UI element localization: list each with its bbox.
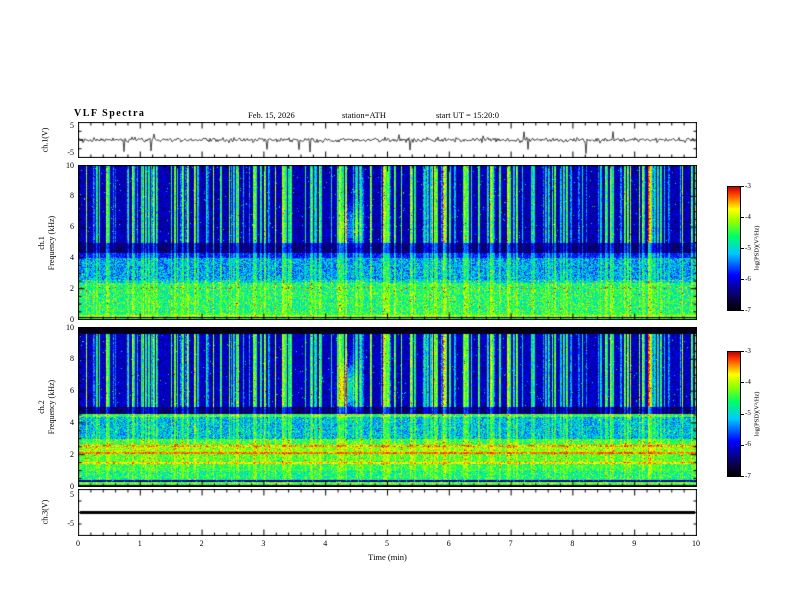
tick-label: 5	[70, 490, 74, 499]
tick-label: -5	[67, 148, 74, 157]
colorbar-tick	[741, 476, 744, 477]
tick-label: 4	[323, 539, 328, 548]
ch1-channel-label: ch.1	[37, 236, 46, 250]
tick-label: 1	[137, 539, 142, 548]
colorbar-tick	[741, 186, 744, 187]
tick-label: -6	[745, 274, 751, 283]
tick-label: -5	[745, 243, 751, 252]
colorbar-tick	[741, 248, 744, 249]
ch1-waveform-plot	[78, 122, 697, 158]
tick-label: 2	[199, 539, 204, 548]
tick-label: 7	[508, 539, 513, 548]
tick-label: 6	[70, 222, 74, 232]
vlf-spectra-figure: VLF Spectra Feb. 15, 2026 station=ATH st…	[0, 0, 792, 612]
tick-label: 4	[70, 252, 74, 262]
tick-label: -7	[745, 471, 751, 480]
tick-label: 5	[70, 121, 74, 130]
colorbar-tick	[741, 217, 744, 218]
tick-label: -5	[67, 519, 74, 528]
tick-label: 0	[76, 539, 80, 548]
colorbar-tick	[741, 382, 744, 384]
header-start-ut: start UT = 15:20:0	[436, 110, 499, 120]
tick-label: -4	[745, 212, 751, 221]
colorbar-tick	[741, 279, 744, 280]
ch1-spectrogram	[78, 165, 697, 320]
tick-label: 10	[692, 539, 700, 548]
tick-label: 5	[385, 539, 389, 548]
ch1-voltage-axis-label: ch.1(V)	[40, 127, 50, 153]
time-axis-label: Time (min)	[368, 552, 407, 562]
tick-label: -7	[745, 305, 751, 314]
tick-label: 6	[70, 386, 74, 396]
tick-label: 2	[70, 449, 74, 459]
tick-label: 6	[446, 539, 451, 548]
tick-label: 8	[70, 191, 74, 201]
tick-label: 9	[632, 539, 637, 548]
tick-label: 2	[70, 283, 74, 293]
header-date: Feb. 15, 2026	[248, 110, 295, 120]
ch3-waveform-plot	[78, 489, 697, 536]
tick-label: 8	[70, 354, 74, 364]
tick-label: 10	[66, 322, 74, 332]
tick-label: -3	[745, 181, 751, 190]
colorbar-tick	[741, 310, 744, 311]
colorbar-ch1	[727, 186, 741, 311]
colorbar-tick	[741, 444, 744, 446]
ch2-spectrogram	[78, 327, 697, 487]
header-station: station=ATH	[342, 110, 386, 120]
ch3-voltage-axis-label: ch.3(V)	[40, 499, 50, 525]
tick-label: 10	[66, 160, 74, 170]
colorbar-ch2	[727, 351, 741, 477]
tick-label: -6	[745, 440, 751, 449]
tick-label: -4	[745, 377, 751, 386]
tick-label: 4	[70, 417, 74, 427]
tick-label: 8	[570, 539, 575, 548]
colorbar-tick	[741, 413, 744, 415]
tick-label: -5	[745, 409, 751, 417]
figure-title: VLF Spectra	[74, 108, 146, 119]
colorbar-tick	[741, 351, 744, 352]
ch2-channel-label: ch.2	[37, 400, 46, 414]
tick-label: 3	[261, 539, 266, 548]
tick-label: -3	[745, 346, 751, 355]
